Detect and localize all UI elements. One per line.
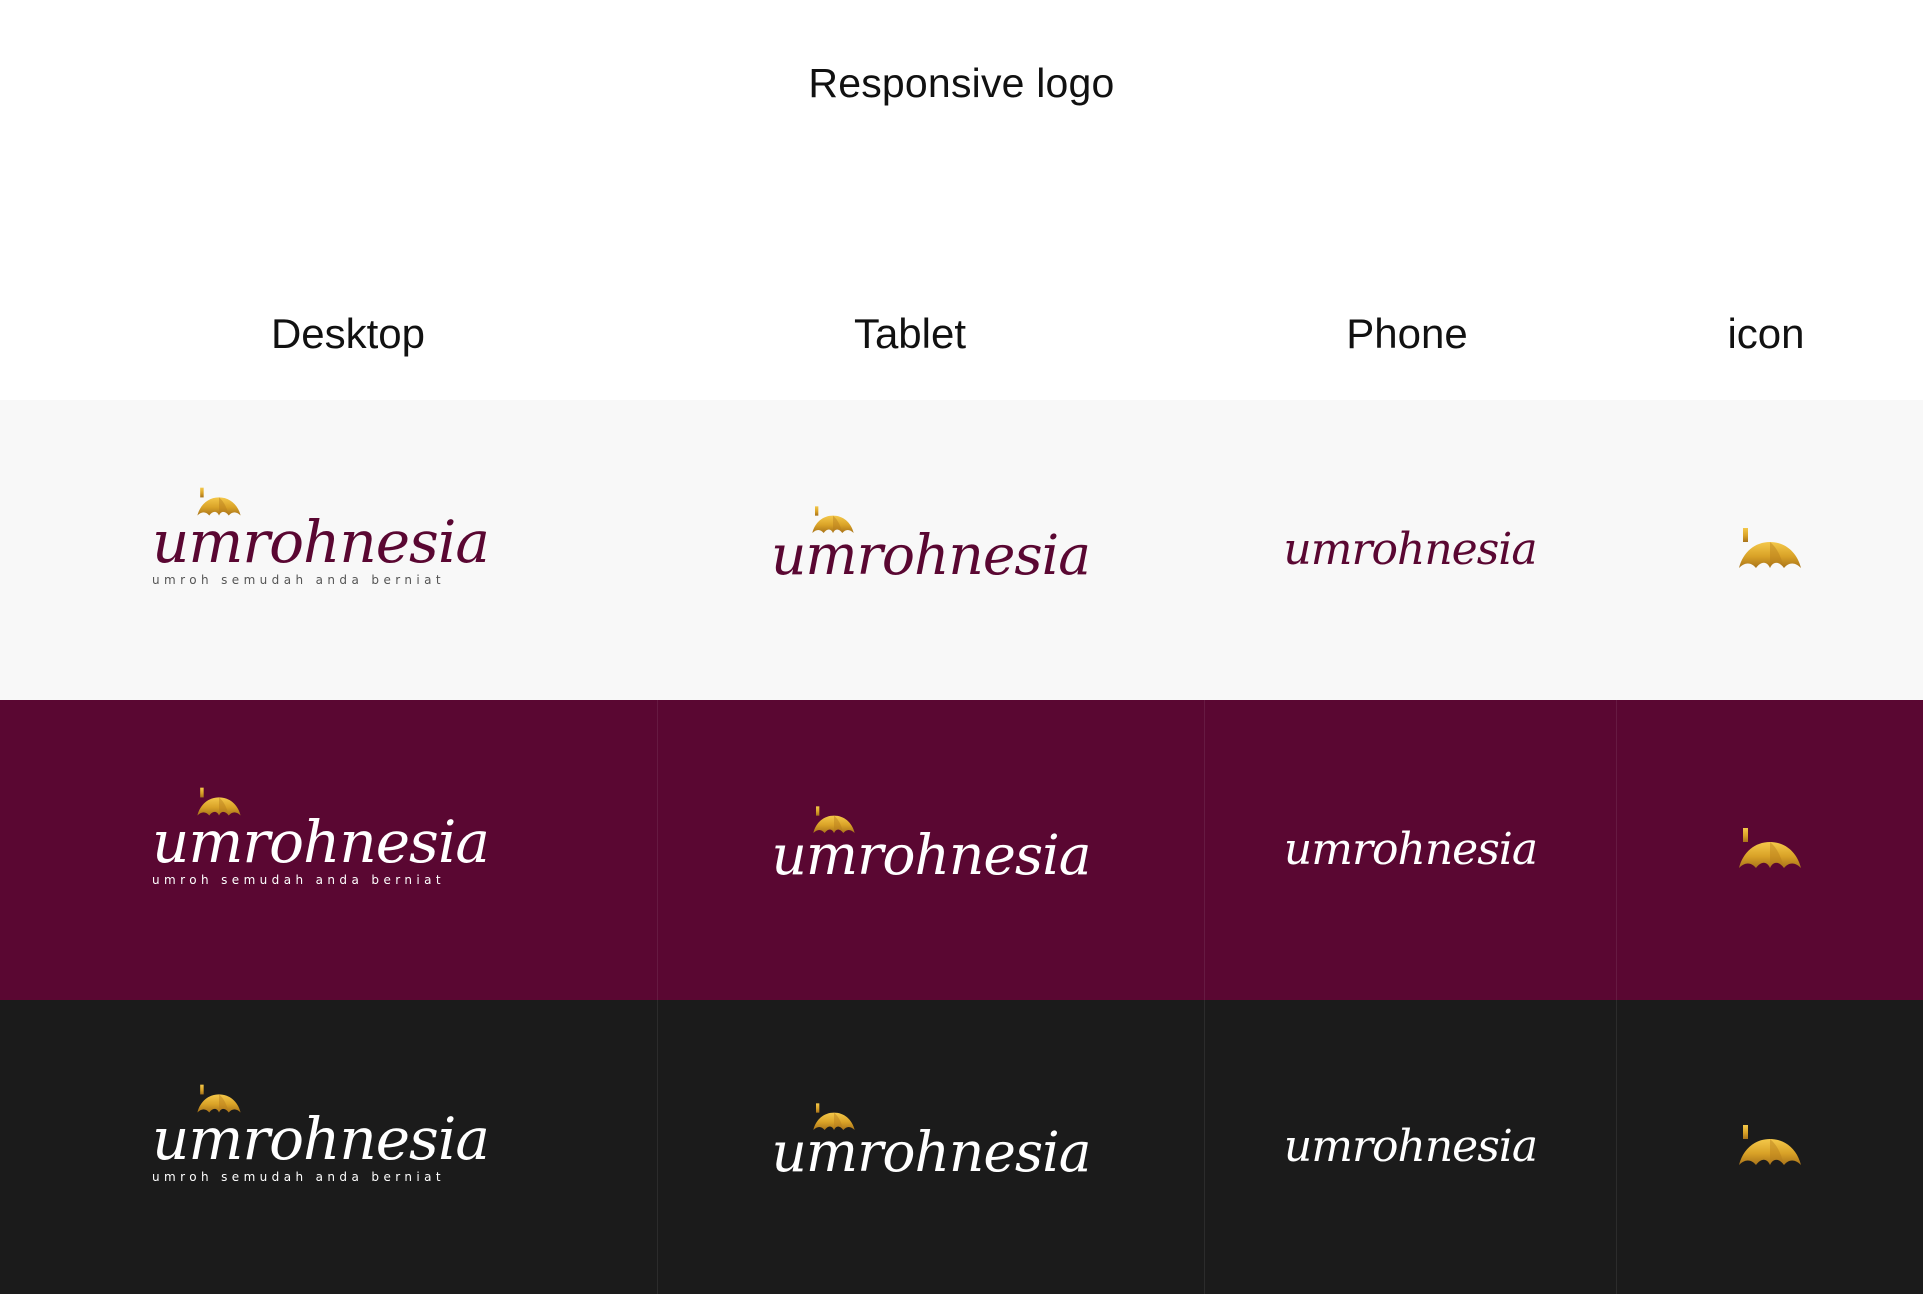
- logo-tagline: umroh semudah anda berniat: [152, 873, 445, 887]
- logo-wordmark: umrohnesia: [1283, 1121, 1538, 1172]
- desktop-logo: umrohnesia umroh semudah anda berniat: [152, 1105, 490, 1184]
- dome-icon: [812, 806, 856, 836]
- phone-logo: umrohnesia: [1283, 1121, 1538, 1172]
- logo-wordmark: umrohnesia: [1283, 824, 1538, 875]
- dome-icon: [812, 1103, 856, 1133]
- page: Responsive logo Desktop Tablet Phone ico…: [0, 0, 1923, 1294]
- dome-icon: [196, 1084, 242, 1116]
- dome-icon: [1737, 1125, 1803, 1169]
- phone-logo-cell: umrohnesia: [1204, 400, 1616, 700]
- column-header-icon: icon: [1727, 310, 1805, 357]
- maroon-background-row: umrohnesia umroh semudah anda berniat um…: [0, 700, 1923, 1000]
- icon-cell: [1616, 1000, 1923, 1294]
- column-header-phone: Phone: [1346, 310, 1468, 357]
- dome-icon: [1737, 528, 1803, 572]
- tablet-logo-cell: umrohnesia: [657, 700, 1204, 1000]
- tablet-logo-cell: umrohnesia: [657, 1000, 1204, 1294]
- page-title: Responsive logo: [808, 60, 1115, 106]
- phone-logo-cell: umrohnesia: [1204, 700, 1616, 1000]
- logo-wordmark: umrohnesia: [152, 808, 490, 876]
- logo-tagline: umroh semudah anda berniat: [152, 1170, 445, 1184]
- icon-cell: [1616, 400, 1923, 700]
- column-header-desktop: Desktop: [270, 310, 426, 357]
- logo-wordmark: umrohnesia: [1283, 524, 1537, 575]
- column-header-tablet: Tablet: [853, 310, 967, 357]
- dome-icon: [196, 787, 242, 819]
- dome-icon: [811, 506, 855, 536]
- icon-cell: [1616, 700, 1923, 1000]
- logo-tagline: umroh semudah anda berniat: [152, 573, 445, 587]
- dome-icon: [196, 487, 242, 519]
- desktop-logo-cell: umrohnesia umroh semudah anda berniat: [0, 700, 657, 1000]
- tablet-logo-cell: umrohnesia: [657, 400, 1204, 700]
- phone-logo: umrohnesia: [1283, 524, 1537, 575]
- phone-logo: umrohnesia: [1283, 824, 1538, 875]
- desktop-logo: umrohnesia umroh semudah anda berniat: [152, 508, 490, 587]
- tablet-logo: umrohnesia: [772, 828, 1091, 883]
- tablet-logo: umrohnesia: [771, 522, 1091, 587]
- dark-background-row: umrohnesia umroh semudah anda berniat um…: [0, 1000, 1923, 1294]
- logo-wordmark: umrohnesia: [152, 1105, 490, 1173]
- desktop-logo-cell: umrohnesia umroh semudah anda berniat: [0, 400, 657, 700]
- desktop-logo: umrohnesia umroh semudah anda berniat: [152, 808, 490, 887]
- light-background-row: umrohnesia umroh semudah anda berniat um…: [0, 400, 1923, 700]
- logo-wordmark: umrohnesia: [771, 822, 1092, 887]
- logo-wordmark: umrohnesia: [152, 508, 490, 576]
- logo-wordmark: umrohnesia: [771, 1119, 1092, 1184]
- phone-logo-cell: umrohnesia: [1204, 1000, 1616, 1294]
- desktop-logo-cell: umrohnesia umroh semudah anda berniat: [0, 1000, 657, 1294]
- tablet-logo: umrohnesia: [772, 1125, 1091, 1180]
- logo-wordmark: umrohnesia: [771, 522, 1091, 587]
- dome-icon: [1737, 828, 1803, 872]
